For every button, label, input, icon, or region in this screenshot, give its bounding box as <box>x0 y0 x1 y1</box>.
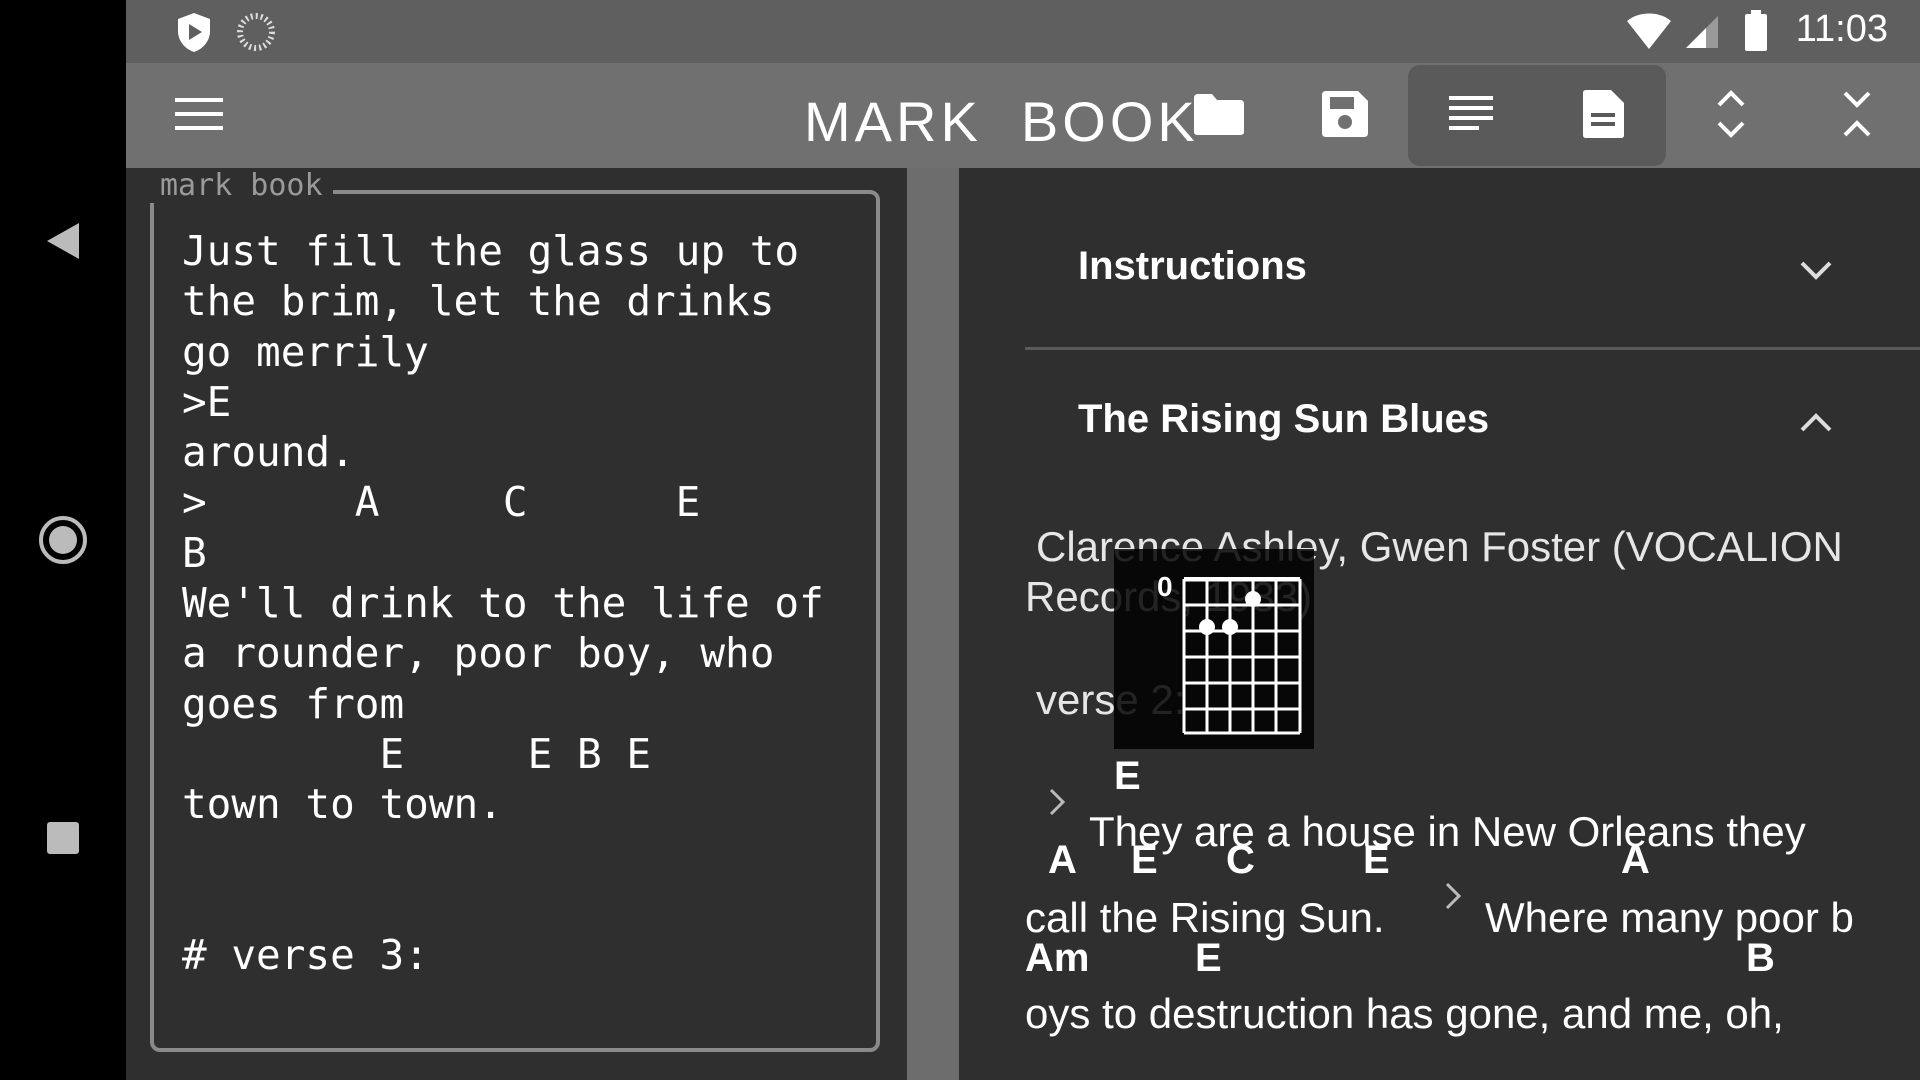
chord-label[interactable]: E <box>1195 936 1222 981</box>
text-view-icon <box>1449 94 1493 138</box>
wifi-icon <box>1626 12 1672 54</box>
chevron-up-icon[interactable] <box>1799 412 1833 438</box>
chevron-right-icon <box>1443 880 1463 916</box>
home-icon[interactable] <box>0 514 126 566</box>
chord-base-fret: 0 <box>1157 571 1173 602</box>
chord-label[interactable]: C <box>1226 838 1255 883</box>
pane-divider[interactable] <box>907 168 959 1080</box>
chord-diagram-grid <box>1182 577 1302 735</box>
lyric-line: call the Rising Sun. <box>1025 894 1385 941</box>
chord-label[interactable]: E <box>1131 838 1158 883</box>
save-icon <box>1320 89 1370 143</box>
chevron-down-icon[interactable] <box>1799 259 1833 285</box>
chevron-right-icon <box>1047 786 1067 822</box>
section-divider <box>1025 347 1920 350</box>
navigation-bar <box>0 0 126 1080</box>
collapse-all-button[interactable] <box>1794 63 1920 168</box>
section-title-song[interactable]: The Rising Sun Blues <box>1078 397 1489 442</box>
editor-label: mark book <box>150 168 333 203</box>
app-toolbar: MARK BOOK <box>126 63 1920 168</box>
chord-label[interactable]: E <box>1363 838 1390 883</box>
lyric-line: They are a house in New Orleans they <box>1089 808 1806 855</box>
lyric-line: Where many poor b <box>1485 894 1854 941</box>
section-title-instructions[interactable]: Instructions <box>1078 244 1307 289</box>
status-time: 11:03 <box>1795 8 1888 50</box>
save-button[interactable] <box>1282 63 1408 168</box>
folder-icon <box>1192 92 1246 140</box>
open-folder-button[interactable] <box>1156 63 1282 168</box>
chord-label[interactable]: A <box>1048 838 1077 883</box>
sync-spinner-icon <box>236 12 276 56</box>
editor-text[interactable]: Just fill the glass up to the brim, let … <box>182 226 824 980</box>
document-view-icon <box>1581 89 1625 143</box>
status-bar: 11:03 <box>126 0 1920 63</box>
menu-icon <box>175 96 223 136</box>
chord-label[interactable]: A <box>1621 838 1650 883</box>
collapse-icon <box>1842 89 1872 143</box>
chord-label[interactable]: Am <box>1025 936 1089 981</box>
cell-signal-icon <box>1684 14 1720 54</box>
recents-icon[interactable] <box>0 820 126 856</box>
document-view-button[interactable] <box>1540 63 1666 168</box>
editor-pane: Just fill the glass up to the brim, let … <box>126 168 907 1080</box>
shield-play-icon <box>176 11 212 57</box>
expand-all-button[interactable] <box>1668 63 1794 168</box>
chord-label[interactable]: E <box>1114 754 1141 799</box>
preview-pane: Instructions The Rising Sun Blues Claren… <box>959 168 1920 1080</box>
battery-icon <box>1744 10 1768 56</box>
expand-icon <box>1716 89 1746 143</box>
menu-button[interactable] <box>136 63 262 168</box>
editor-textarea[interactable]: Just fill the glass up to the brim, let … <box>150 190 880 1052</box>
chord-diagram-popup: 0 <box>1114 549 1314 749</box>
chord-label[interactable]: B <box>1746 936 1775 981</box>
app-title: MARK BOOK <box>804 90 1199 153</box>
lyric-line: oys to destruction has gone, and me, oh, <box>1025 990 1784 1037</box>
text-view-button[interactable] <box>1408 63 1534 168</box>
back-icon[interactable] <box>0 218 126 264</box>
